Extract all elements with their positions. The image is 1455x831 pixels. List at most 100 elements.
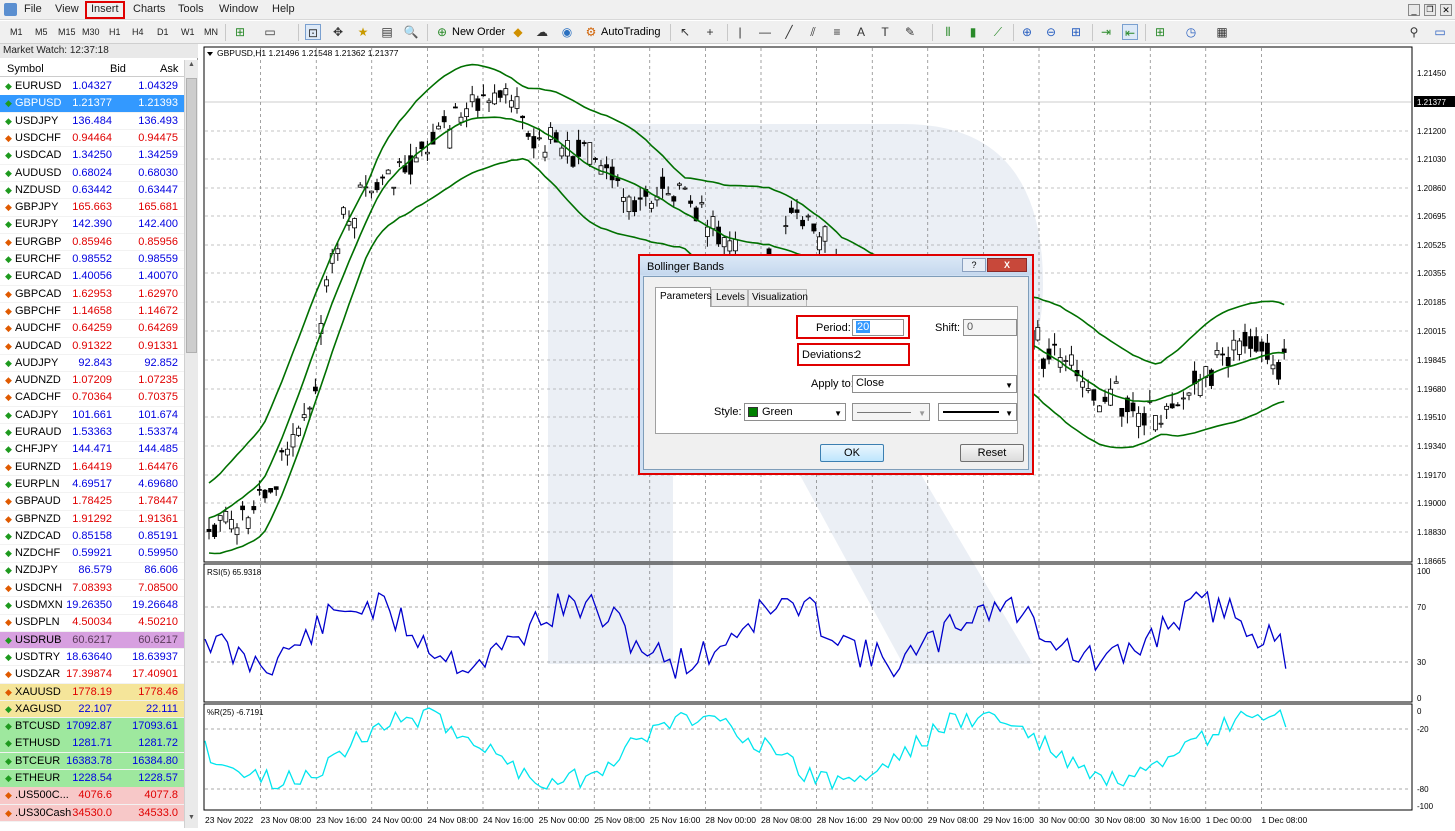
market-watch-row[interactable]: ◆ CADJPY 101.661 101.674 [0,407,184,425]
line-chart-icon[interactable]: ⟋ [990,24,1006,40]
periods-icon[interactable]: ◷ [1183,24,1199,40]
market-watch-row[interactable]: ◆ USDCAD 1.34250 1.34259 [0,147,184,165]
market-watch-row[interactable]: ◆ GBPCHF 1.14658 1.14672 [0,303,184,321]
close-icon[interactable]: ✕ [1440,4,1452,16]
market-watch-scrollbar[interactable]: ▲ ▼ [184,60,198,828]
timeframe-d1[interactable]: D1 [157,27,169,37]
tile-windows-icon[interactable]: ⊞ [1068,24,1084,40]
market-watch-row[interactable]: ◆ NZDCHF 0.59921 0.59950 [0,545,184,563]
market-watch-row[interactable]: ◆ EURCAD 1.40056 1.40070 [0,268,184,286]
autotrading-icon[interactable]: ⚙ [583,24,599,40]
shapes-icon[interactable]: ✎ [902,24,918,40]
dialog-close-button[interactable]: X [987,258,1027,272]
column-bid[interactable]: Bid [110,63,126,75]
market-watch-row[interactable]: ◆ NZDJPY 86.579 86.606 [0,562,184,580]
ok-button[interactable]: OK [820,444,884,462]
zoom-out-icon[interactable]: ⊖ [1043,24,1059,40]
market-watch-row[interactable]: ◆ GBPNZD 1.91292 1.91361 [0,511,184,528]
indicators-icon[interactable]: ⊞ [1152,24,1168,40]
timeframe-m1[interactable]: M1 [10,27,23,37]
timeframe-mn[interactable]: MN [204,27,218,37]
scroll-thumb[interactable] [186,78,197,353]
apply-to-select[interactable]: Close ▼ [852,375,1017,393]
restore-icon[interactable]: ❐ [1424,4,1436,16]
market-watch-row[interactable]: ◆ EURJPY 142.390 142.400 [0,216,184,234]
profiles-icon[interactable]: ▭ [262,24,278,40]
autotrading-button[interactable]: AutoTrading [601,26,661,38]
bar-chart-icon[interactable]: ⫴ [940,24,956,40]
timeframe-m15[interactable]: M15 [58,27,76,37]
column-ask[interactable]: Ask [160,63,178,75]
cursor-icon[interactable]: ↖ [677,24,693,40]
signals-icon[interactable]: ☁ [534,24,550,40]
timeframe-h1[interactable]: H1 [109,27,121,37]
menu-view[interactable]: View [55,3,79,15]
menu-help[interactable]: Help [272,3,295,15]
column-symbol[interactable]: Symbol [7,63,44,75]
new-chart-icon[interactable]: ⊞ [232,24,248,40]
fibonacci-icon[interactable]: ≡ [829,24,845,40]
market-watch-row[interactable]: ◆ EURNZD 1.64419 1.64476 [0,459,184,477]
market-watch-row[interactable]: ◆ NZDCAD 0.85158 0.85191 [0,528,184,546]
shift-field[interactable]: 0 [963,319,1017,336]
market-watch-row[interactable]: ◆ CHFJPY 144.471 144.485 [0,441,184,459]
market-watch-row[interactable]: ◆ EURAUD 1.53363 1.53374 [0,424,184,442]
market-watch-row[interactable]: ◆ NZDUSD 0.63442 0.63447 [0,182,184,200]
market-watch-row[interactable]: ◆ .US30Cash 34530.0 34533.0 [0,804,184,823]
market-watch-row[interactable]: ◆ ETHEUR 1228.54 1228.57 [0,770,184,788]
autoscroll-icon[interactable]: ⇥ [1098,24,1114,40]
market-watch-row[interactable]: ◆ USDZAR 17.39874 17.40901 [0,666,184,684]
market-watch-row[interactable]: ◆ BTCEUR 16383.78 16384.80 [0,752,184,771]
market-watch-row[interactable]: ◆ USDMXN 19.26350 19.26648 [0,597,184,615]
market-icon[interactable]: ◉ [559,24,575,40]
market-watch-row[interactable]: ◆ .US500C... 4076.6 4077.8 [0,787,184,805]
reset-button[interactable]: Reset [960,444,1024,462]
market-watch-row[interactable]: ◆ XAGUSD 22.107 22.111 [0,700,184,719]
candles-icon[interactable]: ▮ [965,24,981,40]
market-watch-row[interactable]: ◆ USDCNH 7.08393 7.08500 [0,580,184,598]
market-watch-row[interactable]: ◆ AUDNZD 1.07209 1.07235 [0,372,184,390]
market-watch-row[interactable]: ◆ ETHUSD 1281.71 1281.72 [0,735,184,753]
terminal-icon[interactable]: ▤ [379,24,395,40]
timeframe-h4[interactable]: H4 [132,27,144,37]
menu-tools[interactable]: Tools [178,3,204,15]
timeframe-m30[interactable]: M30 [82,27,100,37]
market-watch-row[interactable]: ◆ GBPAUD 1.78425 1.78447 [0,493,184,511]
market-watch-row[interactable]: ◆ XAUUSD 1778.19 1778.46 [0,683,184,701]
search-icon[interactable]: ⚲ [1406,24,1422,40]
scroll-down-arrow[interactable]: ▼ [186,814,197,825]
market-watch-row[interactable]: ◆ GBPUSD 1.21377 1.21393 [0,95,184,113]
navigator-icon[interactable]: ★ [355,24,371,40]
line-style-select[interactable]: ▼ [852,403,930,421]
metaeditor-icon[interactable]: ◆ [510,24,526,40]
market-watch-row[interactable]: ◆ AUDUSD 0.68024 0.68030 [0,165,184,182]
menu-charts[interactable]: Charts [133,3,165,15]
new-order-button[interactable]: New Order [452,26,505,38]
scroll-up-arrow[interactable]: ▲ [186,61,197,72]
crosshair-icon[interactable]: + [702,24,718,40]
market-watch-row[interactable]: ◆ EURCHF 0.98552 0.98559 [0,251,184,269]
market-watch-row[interactable]: ◆ AUDCHF 0.64259 0.64269 [0,320,184,338]
text-icon[interactable]: A [853,24,869,40]
menu-window[interactable]: Window [219,3,258,15]
market-watch-row[interactable]: ◆ USDPLN 4.50034 4.50210 [0,614,184,632]
market-watch-row[interactable]: ◆ AUDCAD 0.91322 0.91331 [0,338,184,355]
market-watch-row[interactable]: ◆ AUDJPY 92.843 92.852 [0,355,184,373]
tester-icon[interactable]: 🔍 [403,24,419,40]
channel-icon[interactable]: ⫽ [805,24,821,40]
market-watch-row[interactable]: ◆ GBPJPY 165.663 165.681 [0,199,184,217]
market-watch-row[interactable]: ◆ EURUSD 1.04327 1.04329 [0,78,184,96]
label-icon[interactable]: T [877,24,893,40]
timeframe-m5[interactable]: M5 [35,27,48,37]
market-watch-row[interactable]: ◆ CADCHF 0.70364 0.70375 [0,389,184,407]
market-watch-icon[interactable]: ⊡ [305,24,321,40]
templates-icon[interactable]: ▦ [1214,24,1230,40]
market-watch-row[interactable]: ◆ GBPCAD 1.62953 1.62970 [0,286,184,304]
help-button[interactable]: ? [962,258,986,272]
new-order-icon[interactable]: ⊕ [434,24,450,40]
market-watch-row[interactable]: ◆ USDRUB 60.6217 60.6217 [0,631,184,650]
zoom-in-icon[interactable]: ⊕ [1019,24,1035,40]
tab-visualization[interactable]: Visualization [748,289,808,306]
chart-shift-icon[interactable]: ⇤ [1122,24,1138,40]
horizontal-line-icon[interactable]: — [757,24,773,40]
